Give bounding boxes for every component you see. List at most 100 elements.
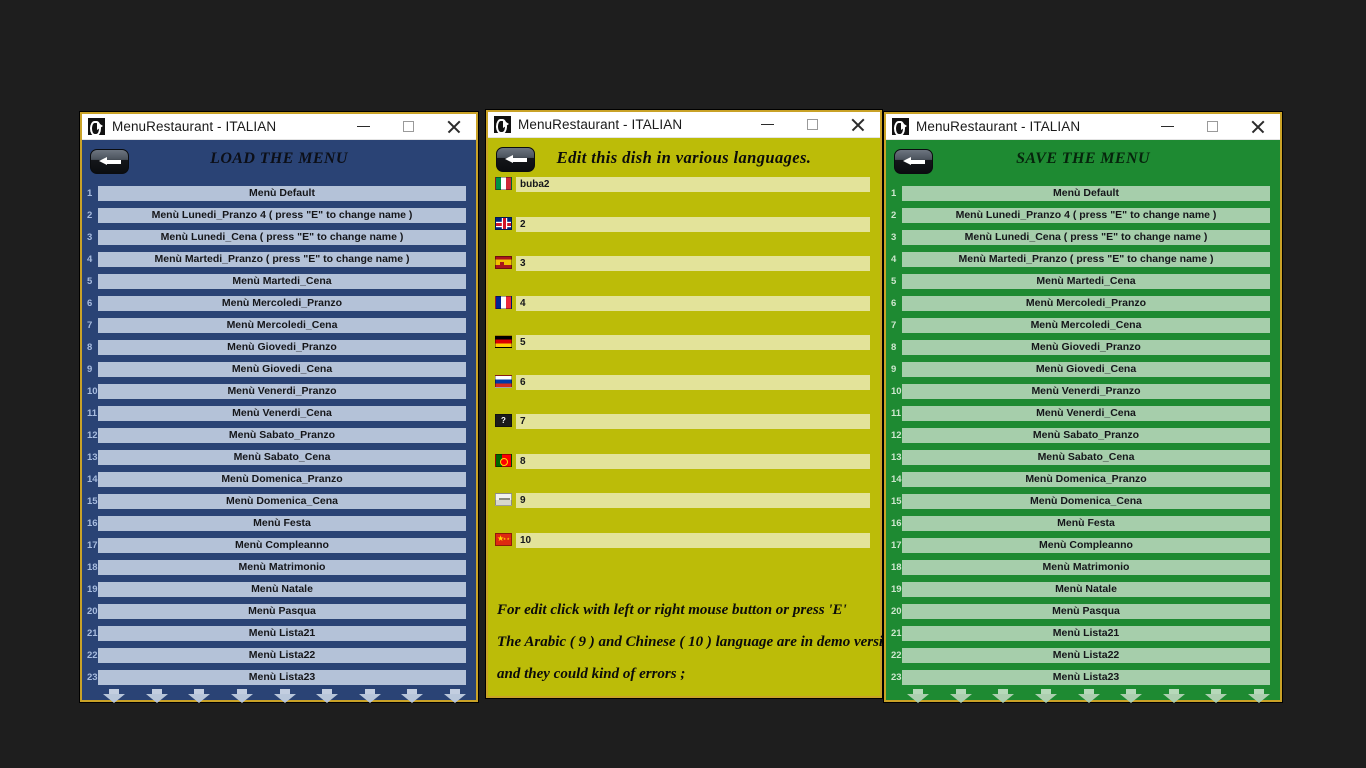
table-row[interactable]: 9 Menù Giovedi_Cena (82, 358, 476, 380)
table-row[interactable]: 19 Menù Natale (886, 578, 1280, 600)
menu-item-button[interactable]: Menù Sabato_Pranzo (902, 427, 1270, 443)
table-row[interactable]: 11 Menù Venerdi_Cena (886, 402, 1280, 424)
language-text-input[interactable] (516, 177, 870, 192)
menu-item-button[interactable]: Menù Natale (902, 581, 1270, 597)
menu-item-button[interactable]: Menù Domenica_Cena (902, 493, 1270, 509)
minimize-button[interactable] (1145, 114, 1190, 139)
table-row[interactable]: 21 Menù Lista21 (82, 622, 476, 644)
table-row[interactable]: 11 Menù Venerdi_Cena (82, 402, 476, 424)
menu-item-button[interactable]: Menù Giovedi_Pranzo (902, 339, 1270, 355)
table-row[interactable]: 12 Menù Sabato_Pranzo (886, 424, 1280, 446)
menu-item-button[interactable]: Menù Venerdi_Cena (902, 405, 1270, 421)
titlebar-edit[interactable]: MenuRestaurant - ITALIAN (488, 112, 880, 138)
maximize-button[interactable] (1190, 114, 1235, 139)
menu-item-button[interactable]: Menù Matrimonio (902, 559, 1270, 575)
table-row[interactable]: 1 Menù Default (82, 182, 476, 204)
table-row[interactable]: 2 Menù Lunedi_Pranzo 4 ( press "E" to cha… (886, 204, 1280, 226)
window-save-the-menu[interactable]: MenuRestaurant - ITALIAN SAVE THE MENU 1… (884, 112, 1282, 703)
language-text-input[interactable] (516, 493, 870, 508)
menu-item-button[interactable]: Menù Venerdi_Pranzo (98, 383, 466, 399)
table-row[interactable]: 18 Menù Matrimonio (82, 556, 476, 578)
language-text-input[interactable] (516, 335, 870, 350)
menu-item-button[interactable]: Menù Default (902, 185, 1270, 201)
menu-item-button[interactable]: Menù Matrimonio (98, 559, 466, 575)
menu-item-button[interactable]: Menù Pasqua (98, 603, 466, 619)
language-row[interactable] (488, 215, 880, 255)
language-text-input[interactable] (516, 374, 870, 390)
minimize-button[interactable] (745, 112, 790, 137)
table-row[interactable]: 20 Menù Pasqua (886, 600, 1280, 622)
table-row[interactable]: 6 Menù Mercoledi_Pranzo (886, 292, 1280, 314)
menu-item-button[interactable]: Menù Mercoledi_Cena (902, 317, 1270, 333)
table-row[interactable]: 15 Menù Domenica_Cena (82, 490, 476, 512)
menu-item-button[interactable]: Menù Lunedi_Pranzo 4 ( press "E" to chan… (902, 207, 1270, 223)
language-row[interactable] (488, 412, 880, 452)
table-row[interactable]: 6 Menù Mercoledi_Pranzo (82, 292, 476, 314)
menu-item-button[interactable]: Menù Lista21 (98, 625, 466, 641)
menu-item-button[interactable]: Menù Sabato_Cena (98, 449, 466, 465)
language-text-input[interactable] (516, 295, 870, 311)
table-row[interactable]: 17 Menù Compleanno (886, 534, 1280, 556)
table-row[interactable]: 14 Menù Domenica_Pranzo (886, 468, 1280, 490)
close-button[interactable] (1235, 114, 1280, 139)
menu-item-button[interactable]: Menù Lista23 (902, 669, 1270, 685)
menu-item-button[interactable]: Menù Domenica_Pranzo (902, 471, 1270, 487)
table-row[interactable]: 21 Menù Lista21 (886, 622, 1280, 644)
language-row[interactable] (488, 175, 880, 215)
maximize-button[interactable] (386, 114, 431, 139)
menu-item-button[interactable]: Menù Domenica_Cena (98, 493, 466, 509)
menu-item-button[interactable]: Menù Compleanno (98, 537, 466, 553)
menu-item-button[interactable]: Menù Martedi_Cena (98, 273, 466, 289)
table-row[interactable]: 3 Menù Lunedi_Cena ( press "E" to change … (886, 226, 1280, 248)
table-row[interactable]: 7 Menù Mercoledi_Cena (886, 314, 1280, 336)
language-text-input[interactable] (516, 453, 870, 469)
table-row[interactable]: 19 Menù Natale (82, 578, 476, 600)
table-row[interactable]: 4 Menù Martedi_Pranzo ( press "E" to chan… (82, 248, 476, 270)
language-text-input[interactable] (516, 256, 870, 271)
table-row[interactable]: 12 Menù Sabato_Pranzo (82, 424, 476, 446)
maximize-button[interactable] (790, 112, 835, 137)
menu-item-button[interactable]: Menù Martedi_Pranzo ( press "E" to chang… (902, 251, 1270, 267)
menu-item-button[interactable]: Menù Festa (902, 515, 1270, 531)
minimize-button[interactable] (341, 114, 386, 139)
menu-item-button[interactable]: Menù Giovedi_Cena (98, 361, 466, 377)
table-row[interactable]: 8 Menù Giovedi_Pranzo (886, 336, 1280, 358)
menu-item-button[interactable]: Menù Default (98, 185, 466, 201)
table-row[interactable]: 18 Menù Matrimonio (886, 556, 1280, 578)
table-row[interactable]: 20 Menù Pasqua (82, 600, 476, 622)
language-row[interactable] (488, 452, 880, 492)
menu-item-button[interactable]: Menù Lista23 (98, 669, 466, 685)
table-row[interactable]: 7 Menù Mercoledi_Cena (82, 314, 476, 336)
language-row[interactable] (488, 333, 880, 373)
menu-item-button[interactable]: Menù Giovedi_Cena (902, 361, 1270, 377)
table-row[interactable]: 8 Menù Giovedi_Pranzo (82, 336, 476, 358)
menu-item-button[interactable]: Menù Mercoledi_Cena (98, 317, 466, 333)
table-row[interactable]: 22 Menù Lista22 (82, 644, 476, 666)
table-row[interactable]: 5 Menù Martedi_Cena (886, 270, 1280, 292)
table-row[interactable]: 5 Menù Martedi_Cena (82, 270, 476, 292)
table-row[interactable]: 10 Menù Venerdi_Pranzo (886, 380, 1280, 402)
menu-item-button[interactable]: Menù Lunedi_Pranzo 4 ( press "E" to chan… (98, 207, 466, 223)
table-row[interactable]: 13 Menù Sabato_Cena (886, 446, 1280, 468)
menu-item-button[interactable]: Menù Festa (98, 515, 466, 531)
titlebar-save[interactable]: MenuRestaurant - ITALIAN (886, 114, 1280, 140)
table-row[interactable]: 17 Menù Compleanno (82, 534, 476, 556)
menu-item-button[interactable]: Menù Lista22 (902, 647, 1270, 663)
menu-item-button[interactable]: Menù Lista21 (902, 625, 1270, 641)
table-row[interactable]: 14 Menù Domenica_Pranzo (82, 468, 476, 490)
menu-item-button[interactable]: Menù Pasqua (902, 603, 1270, 619)
menu-item-button[interactable]: Menù Martedi_Cena (902, 273, 1270, 289)
language-text-input[interactable] (516, 216, 870, 232)
table-row[interactable]: 16 Menù Festa (886, 512, 1280, 534)
menu-item-button[interactable]: Menù Mercoledi_Pranzo (902, 295, 1270, 311)
window-load-the-menu[interactable]: MenuRestaurant - ITALIAN LOAD THE MENU 1… (80, 112, 478, 703)
menu-item-button[interactable]: Menù Martedi_Pranzo ( press "E" to chang… (98, 251, 466, 267)
language-row[interactable] (488, 531, 880, 571)
language-text-input[interactable] (516, 532, 870, 548)
scroll-down-indicator[interactable] (907, 689, 1270, 703)
table-row[interactable]: 4 Menù Martedi_Pranzo ( press "E" to chan… (886, 248, 1280, 270)
menu-item-button[interactable]: Menù Lista22 (98, 647, 466, 663)
menu-item-button[interactable]: Menù Giovedi_Pranzo (98, 339, 466, 355)
table-row[interactable]: 9 Menù Giovedi_Cena (886, 358, 1280, 380)
table-row[interactable]: 10 Menù Venerdi_Pranzo (82, 380, 476, 402)
